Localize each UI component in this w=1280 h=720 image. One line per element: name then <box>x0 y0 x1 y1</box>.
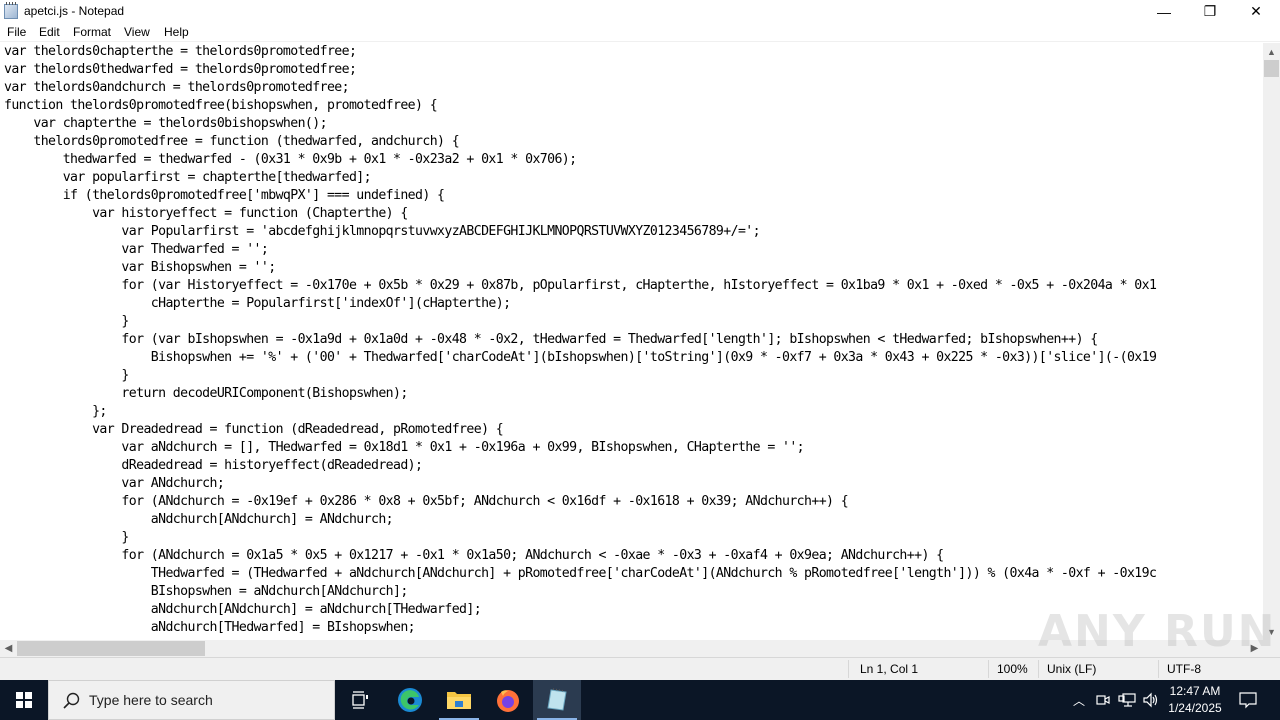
start-button[interactable] <box>0 680 48 720</box>
code-line: } <box>4 368 129 383</box>
taskbar: Type here to search ︿ 12:47 AM 1/24/2025 <box>0 680 1280 720</box>
volume-button[interactable] <box>1140 680 1162 720</box>
status-bar: Ln 1, Col 1 100% Unix (LF) UTF-8 <box>0 657 1280 680</box>
text-editor[interactable]: var thelords0chapterthe = thelords0promo… <box>0 43 1263 640</box>
code-line: for (var Historyeffect = -0x170e + 0x5b … <box>4 278 1157 293</box>
taskbar-search-box[interactable]: Type here to search <box>48 680 335 720</box>
scroll-left-arrow-icon[interactable]: ◀ <box>0 640 17 657</box>
code-line: BIshopswhen = aNdchurch[ANdchurch]; <box>4 584 409 599</box>
network-button[interactable] <box>1116 680 1138 720</box>
code-line: var chapterthe = thelords0bishopswhen(); <box>4 116 327 131</box>
menu-view[interactable]: View <box>124 25 150 39</box>
line-ending: Unix (LF) <box>1047 662 1097 676</box>
code-line: for (var bIshopswhen = -0x1a9d + 0x1a0d … <box>4 332 1098 347</box>
minimize-icon: — <box>1157 3 1171 20</box>
close-icon: ✕ <box>1250 3 1262 19</box>
code-line: dReadedread = historyeffect(dReadedread)… <box>4 458 423 473</box>
notepad-icon <box>547 688 567 711</box>
menu-file[interactable]: File <box>7 25 26 39</box>
notepad-taskbar-button[interactable] <box>533 680 581 720</box>
speaker-icon <box>1143 692 1158 708</box>
maximize-button[interactable]: ❐ <box>1187 0 1233 23</box>
code-line: var aNdchurch = [], THedwarfed = 0x18d1 … <box>4 440 805 455</box>
title-bar: apetci.js - Notepad — ❐ ✕ <box>0 0 1280 23</box>
code-line: }; <box>4 404 107 419</box>
code-line: } <box>4 314 129 329</box>
task-view-icon <box>352 691 368 709</box>
restore-icon: ❐ <box>1203 3 1217 19</box>
code-line: for (ANdchurch = 0x1a5 * 0x5 + 0x1217 + … <box>4 548 944 563</box>
status-divider <box>1158 660 1159 678</box>
cursor-position: Ln 1, Col 1 <box>860 662 919 676</box>
code-line: var thelords0chapterthe = thelords0promo… <box>4 44 357 59</box>
zoom-level: 100% <box>997 662 1028 676</box>
horizontal-scroll-thumb[interactable] <box>17 641 205 656</box>
notification-icon <box>1239 692 1257 709</box>
close-button[interactable]: ✕ <box>1233 0 1279 23</box>
code-line: var Bishopswhen = ''; <box>4 260 276 275</box>
menu-bar: File Edit Format View Help <box>0 23 1280 42</box>
code-line: var historyeffect = function (Chapterthe… <box>4 206 408 221</box>
show-hidden-icons-button[interactable]: ︿ <box>1068 680 1090 720</box>
vertical-scroll-thumb[interactable] <box>1264 60 1279 77</box>
firefox-icon <box>497 690 519 712</box>
meet-now-button[interactable] <box>1092 680 1114 720</box>
notepad-app-icon <box>4 2 18 19</box>
code-line: aNdchurch[THedwarfed] = BIshopswhen; <box>4 620 416 635</box>
search-icon <box>63 692 80 709</box>
code-line: for (ANdchurch = -0x19ef + 0x286 * 0x8 +… <box>4 494 849 509</box>
code-line: cHapterthe = Popularfirst['indexOf'](cHa… <box>4 296 511 311</box>
code-line: var ANdchurch; <box>4 476 225 491</box>
code-line: Bishopswhen += '%' + ('00' + Thedwarfed[… <box>4 350 1157 365</box>
file-explorer-taskbar-button[interactable] <box>435 680 483 720</box>
code-line: var thelords0andchurch = thelords0promot… <box>4 80 350 95</box>
menu-format[interactable]: Format <box>73 25 111 39</box>
menu-edit[interactable]: Edit <box>39 25 60 39</box>
status-divider <box>848 660 849 678</box>
status-divider <box>1038 660 1039 678</box>
encoding: UTF-8 <box>1167 662 1201 676</box>
code-line: var thelords0thedwarfed = thelords0promo… <box>4 62 357 77</box>
anyrun-watermark: ANY RUN <box>1038 606 1277 657</box>
folder-icon <box>447 692 471 709</box>
chevron-up-icon: ︿ <box>1072 693 1085 708</box>
code-line: aNdchurch[ANdchurch] = ANdchurch; <box>4 512 394 527</box>
edge-taskbar-button[interactable] <box>386 680 434 720</box>
edge-icon <box>398 688 422 712</box>
camera-icon <box>1096 695 1110 705</box>
code-line: if (thelords0promotedfree['mbwqPX'] === … <box>4 188 445 203</box>
code-line: function thelords0promotedfree(bishopswh… <box>4 98 438 113</box>
task-view-button[interactable] <box>336 680 384 720</box>
windows-logo-icon <box>16 692 32 708</box>
code-line: THedwarfed = (THedwarfed + aNdchurch[ANd… <box>4 566 1157 581</box>
code-line: var Thedwarfed = ''; <box>4 242 269 257</box>
network-icon <box>1118 693 1136 707</box>
window-title: apetci.js - Notepad <box>24 4 125 18</box>
clock-date: 1/24/2025 <box>1168 701 1222 715</box>
search-placeholder: Type here to search <box>89 692 213 708</box>
code-line: var Dreadedread = function (dReadedread,… <box>4 422 504 437</box>
code-line: thedwarfed = thedwarfed - (0x31 * 0x9b +… <box>4 152 577 167</box>
code-line: return decodeURIComponent(Bishopswhen); <box>4 386 408 401</box>
taskbar-clock[interactable]: 12:47 AM 1/24/2025 <box>1160 683 1230 717</box>
menu-help[interactable]: Help <box>164 25 189 39</box>
firefox-taskbar-button[interactable] <box>484 680 532 720</box>
code-line: var popularfirst = chapterthe[thedwarfed… <box>4 170 372 185</box>
code-line: aNdchurch[ANdchurch] = aNdchurch[THedwar… <box>4 602 482 617</box>
code-line: thelords0promotedfree = function (thedwa… <box>4 134 460 149</box>
status-divider <box>988 660 989 678</box>
vertical-scrollbar[interactable]: ▲ ▼ <box>1263 43 1280 640</box>
clock-time: 12:47 AM <box>1169 684 1221 698</box>
notepad-window: apetci.js - Notepad — ❐ ✕ File Edit Form… <box>0 0 1280 680</box>
action-center-button[interactable] <box>1234 680 1262 720</box>
code-line: } <box>4 530 129 545</box>
scroll-up-arrow-icon[interactable]: ▲ <box>1263 43 1280 60</box>
minimize-button[interactable]: — <box>1141 0 1187 23</box>
code-line: var Popularfirst = 'abcdefghijklmnopqrst… <box>4 224 760 239</box>
